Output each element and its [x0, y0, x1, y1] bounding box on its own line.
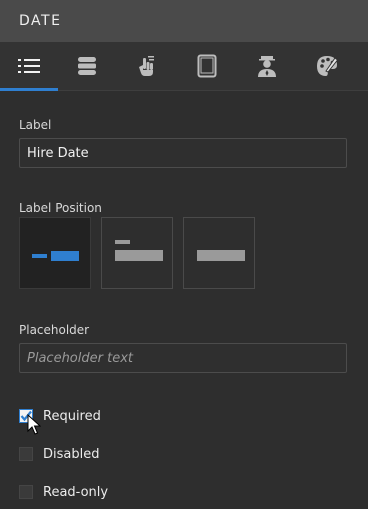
placeholder-input[interactable] — [19, 343, 347, 373]
tablet-icon — [197, 54, 217, 78]
database-icon — [78, 57, 96, 75]
field-bar — [51, 251, 79, 261]
mouse-cursor-icon — [27, 414, 41, 435]
label-bar — [32, 254, 47, 258]
panel-title: DATE — [19, 13, 62, 29]
tab-responsive[interactable] — [178, 42, 236, 90]
label-position-left-button[interactable] — [19, 217, 91, 289]
user-secure-icon — [258, 56, 276, 77]
tab-data[interactable] — [58, 42, 116, 90]
tab-events[interactable] — [117, 42, 175, 90]
touch-hand-icon — [139, 56, 154, 76]
field-bar — [197, 250, 245, 261]
label-position-hidden-button[interactable] — [183, 217, 255, 289]
required-label: Required — [43, 408, 101, 424]
readonly-label: Read-only — [43, 484, 109, 500]
list-icon — [18, 59, 40, 73]
label-position-label: Label Position — [19, 201, 102, 215]
readonly-checkbox[interactable] — [19, 485, 33, 499]
tab-general[interactable] — [0, 42, 58, 91]
disabled-label: Disabled — [43, 446, 100, 462]
tab-permissions[interactable] — [238, 42, 296, 90]
readonly-checkbox-row[interactable]: Read-only — [19, 483, 108, 501]
field-bar — [115, 250, 163, 261]
panel-header: DATE — [0, 0, 368, 42]
disabled-checkbox[interactable] — [19, 447, 33, 461]
label-position-top-button[interactable] — [101, 217, 173, 289]
placeholder-field-label: Placeholder — [19, 323, 90, 337]
disabled-checkbox-row[interactable]: Disabled — [19, 445, 99, 463]
tab-styles[interactable] — [298, 42, 356, 90]
label-input[interactable] — [19, 138, 347, 168]
label-field-label: Label — [19, 118, 52, 132]
palette-icon — [317, 56, 339, 76]
tab-bar — [0, 42, 368, 91]
label-bar — [115, 240, 130, 244]
